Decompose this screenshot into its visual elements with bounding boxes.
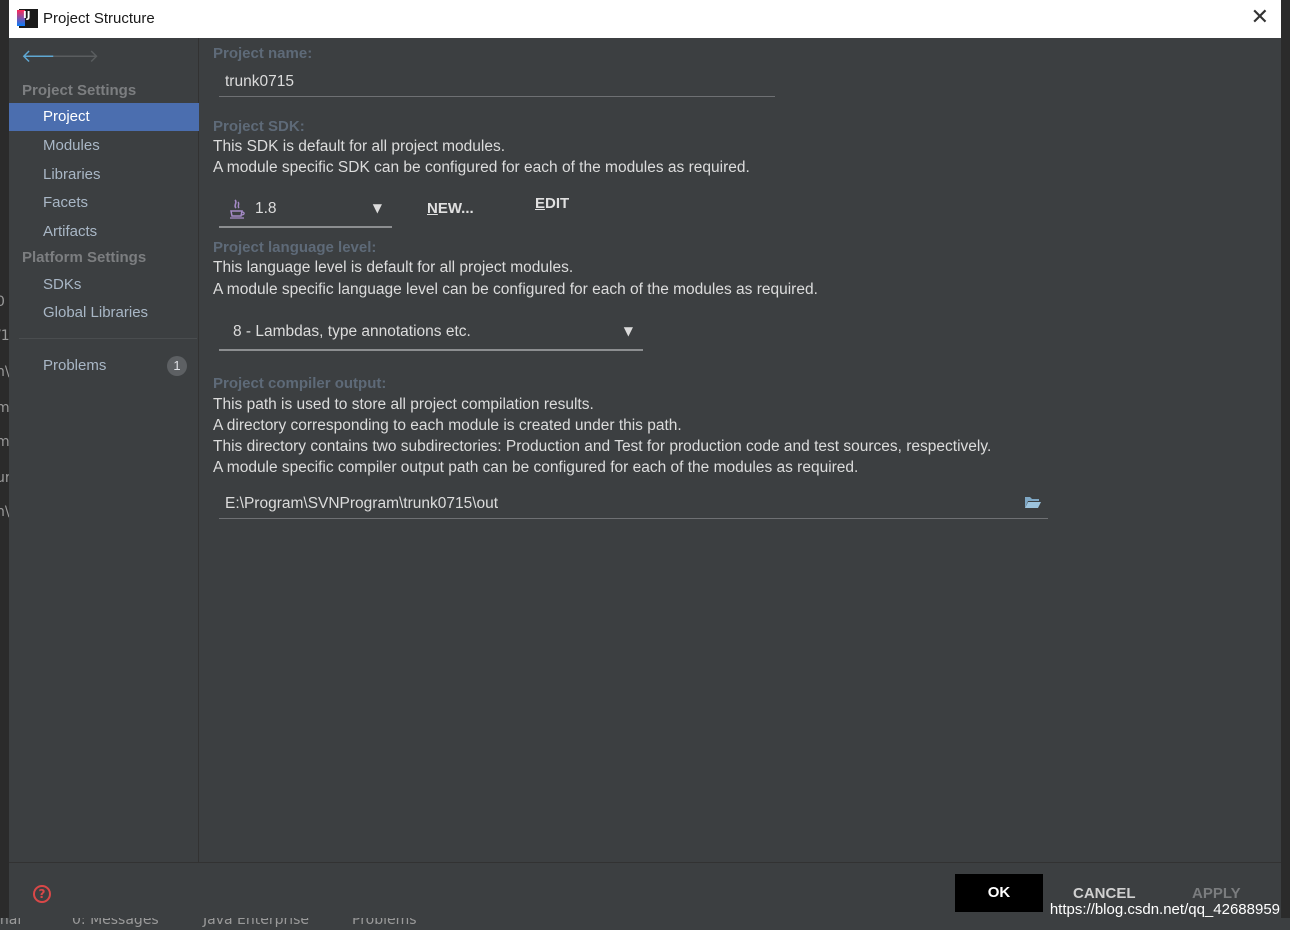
forward-arrow-icon[interactable]: 🡒 [51, 46, 99, 67]
project-name-input[interactable]: trunk0715 [219, 69, 775, 97]
intellij-logo-icon [17, 9, 38, 28]
chevron-down-icon: ▼ [372, 201, 382, 215]
project-sdk-description-2: A module specific SDK can be configured … [213, 159, 750, 176]
compiler-output-description-1: This path is used to store all project c… [213, 396, 594, 413]
sidebar-item-global-libraries[interactable]: Global Libraries [9, 299, 199, 327]
sdk-select[interactable]: 1.8 ▼ [219, 192, 392, 228]
compiler-output-path-input[interactable]: E:\Program\SVNProgram\trunk0715\out [219, 491, 1048, 519]
help-icon[interactable]: ? [33, 885, 51, 903]
close-icon[interactable]: ✕ [1251, 6, 1269, 30]
main-panel: Project name: trunk0715 Project SDK: Thi… [200, 38, 1281, 862]
language-level-label: Project language level: [213, 239, 377, 256]
sidebar-item-artifacts[interactable]: Artifacts [9, 218, 199, 246]
title-bar: Project Structure ✕ [9, 0, 1281, 38]
ide-fragment: n\ [0, 504, 9, 520]
compiler-output-description-2: A directory corresponding to each module… [213, 417, 682, 434]
edit-sdk-button[interactable]: EDIT [535, 195, 569, 212]
ide-tab-problems[interactable]: Problems [352, 918, 417, 928]
sidebar-item-label: Problems [43, 357, 107, 374]
ide-fragment: /1 [0, 328, 9, 344]
new-sdk-button[interactable]: NEW... [427, 200, 474, 217]
ide-fragment: ur [0, 470, 9, 486]
compiler-output-description-4: A module specific compiler output path c… [213, 459, 859, 476]
ide-bottom-toolbar: inal 0: Messages Java Enterprise Problem… [0, 918, 1290, 930]
sidebar-item-modules[interactable]: Modules [9, 132, 199, 160]
project-structure-dialog: Project Structure ✕ 🡐 🡒 Project Settings… [9, 0, 1281, 918]
sidebar-divider [19, 338, 197, 339]
sidebar-item-facets[interactable]: Facets [9, 189, 199, 217]
edit-label-rest: DIT [545, 195, 570, 212]
sidebar-item-project[interactable]: Project [9, 103, 199, 131]
project-settings-header: Project Settings [22, 82, 137, 99]
project-sdk-label: Project SDK: [213, 118, 305, 135]
ide-fragment: 0 [0, 294, 5, 310]
cancel-button[interactable]: CANCEL [1073, 885, 1136, 902]
new-label-rest: EW... [437, 200, 474, 217]
window-title: Project Structure [43, 10, 155, 27]
watermark-url: https://blog.csdn.net/qq_42688959 [1049, 901, 1280, 918]
chevron-down-icon: ▼ [623, 324, 633, 338]
language-level-description-1: This language level is default for all p… [213, 259, 574, 276]
new-mnemonic: N [427, 200, 438, 217]
edit-mnemonic: E [535, 195, 546, 212]
java-icon [230, 199, 245, 219]
ok-button[interactable]: OK [955, 874, 1043, 912]
platform-settings-header: Platform Settings [22, 249, 147, 266]
language-level-select[interactable]: 8 - Lambdas, type annotations etc. ▼ [219, 315, 643, 351]
sidebar-item-problems[interactable]: Problems 1 [9, 352, 199, 380]
sidebar: 🡐 🡒 Project Settings Project Modules Lib… [9, 38, 199, 862]
ide-tab-messages[interactable]: 0: Messages [72, 918, 159, 928]
compiler-output-path-value: E:\Program\SVNProgram\trunk0715\out [225, 495, 499, 512]
ide-background-left: 0 /1 n\ m m ur n\ [0, 0, 9, 930]
compiler-output-description-3: This directory contains two subdirectori… [213, 438, 992, 455]
compiler-output-label: Project compiler output: [213, 375, 387, 392]
language-level-description-2: A module specific language level can be … [213, 281, 818, 298]
project-name-label: Project name: [213, 45, 313, 62]
ide-fragment: m [0, 400, 9, 416]
ide-fragment: inal [0, 918, 22, 928]
problems-count-badge: 1 [167, 356, 187, 376]
project-name-value: trunk0715 [225, 73, 294, 90]
ide-tab-java-enterprise[interactable]: Java Enterprise [203, 918, 309, 928]
apply-button[interactable]: APPLY [1192, 885, 1241, 902]
ide-fragment: n\ [0, 364, 9, 380]
project-sdk-description-1: This SDK is default for all project modu… [213, 138, 506, 155]
sdk-selected-value: 1.8 [255, 200, 277, 217]
folder-open-icon[interactable] [1024, 494, 1042, 510]
sidebar-item-libraries[interactable]: Libraries [9, 161, 199, 189]
language-level-selected-value: 8 - Lambdas, type annotations etc. [233, 323, 471, 340]
sidebar-item-sdks[interactable]: SDKs [9, 271, 199, 299]
ide-background-right [1281, 0, 1290, 930]
ide-fragment: m [0, 434, 9, 450]
